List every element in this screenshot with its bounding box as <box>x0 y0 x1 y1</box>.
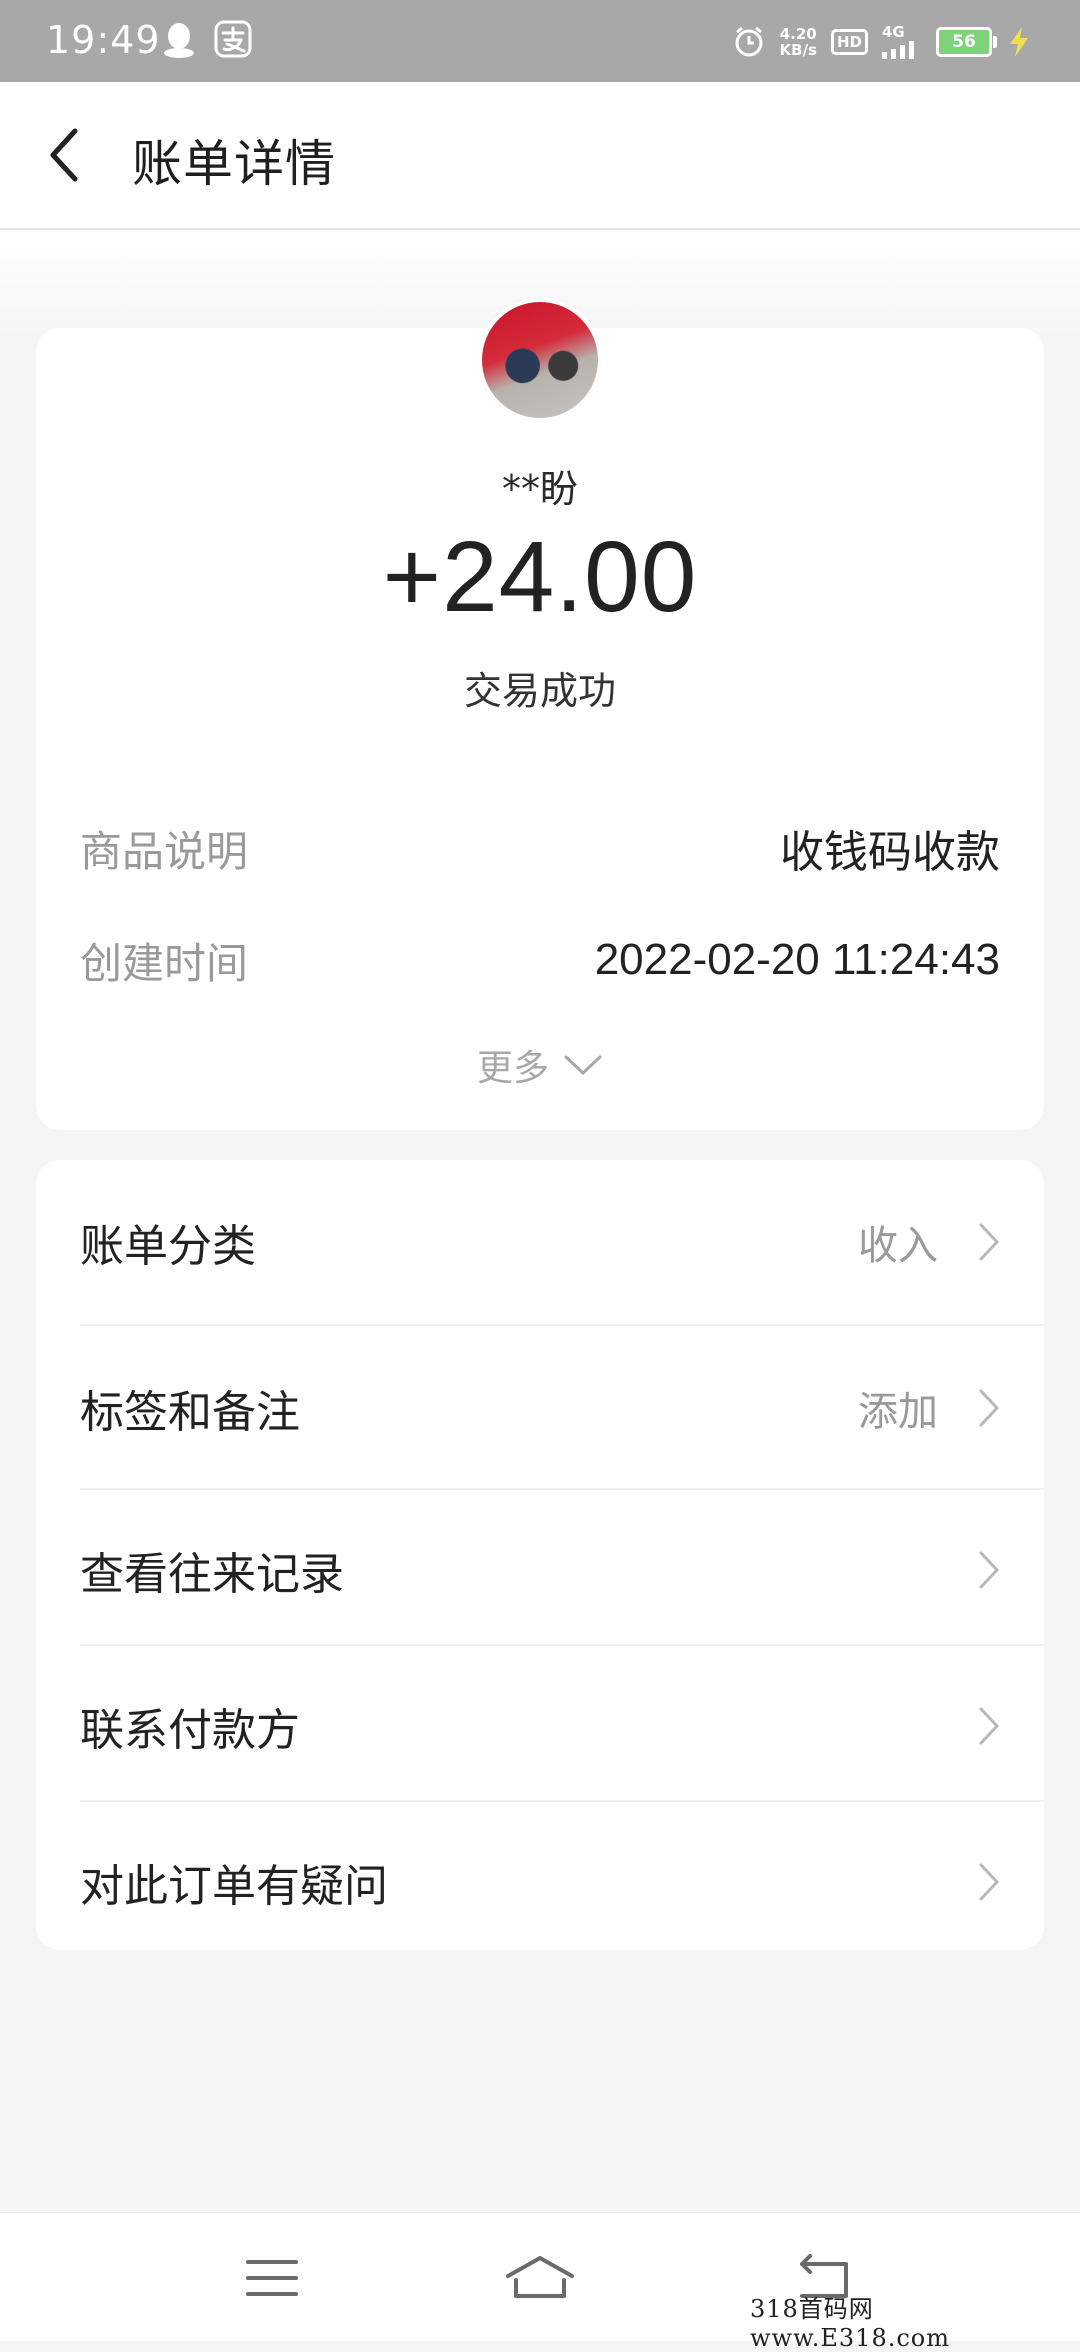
detail-value: 收钱码收款 <box>780 828 1000 877</box>
battery-level: 56 <box>952 32 976 52</box>
row-value: 收入 <box>858 1223 938 1269</box>
header: 账单详情 <box>0 82 1080 230</box>
home-icon <box>506 2256 574 2298</box>
back-button[interactable] <box>30 120 100 190</box>
payer-name: **盼 <box>501 467 578 511</box>
charging-icon <box>1010 27 1028 57</box>
net-speed-value: 4.20 <box>779 25 817 43</box>
divider <box>80 1644 1044 1646</box>
nav-menu-button[interactable] <box>222 2233 322 2323</box>
more-button[interactable]: 更多 <box>0 1040 1080 1090</box>
battery: 56 <box>936 27 997 57</box>
transaction-amount: +24.00 <box>382 521 698 633</box>
chevron-right-icon <box>979 1223 999 1261</box>
detail-label: 创建时间 <box>80 938 249 988</box>
list-item-order-question[interactable]: 对此订单有疑问 <box>36 1804 1044 1960</box>
chevron-right-icon <box>979 1389 999 1427</box>
more-label: 更多 <box>476 1048 549 1089</box>
signal-type: 4G <box>882 23 905 41</box>
detail-row-goods: 商品说明 收钱码收款 <box>80 818 1000 878</box>
list-item-contact-payer[interactable]: 联系付款方 <box>36 1648 1044 1804</box>
detail-value: 2022-02-20 11:24:43 <box>594 935 1000 984</box>
divider <box>80 1324 1044 1326</box>
alipay-icon <box>214 20 252 58</box>
notification-icons <box>162 20 252 60</box>
net-speed-unit: KB/s <box>779 41 817 59</box>
alarm-icon <box>735 26 763 57</box>
status-bar: 19:49 4.20 KB/s HD 4G 56 <box>0 0 1080 82</box>
avatar-image <box>482 302 598 418</box>
net-speed: 4.20 KB/s <box>780 26 817 58</box>
back-arrow-icon <box>50 128 78 182</box>
list-item-tags-notes[interactable]: 标签和备注 添加 <box>36 1330 1044 1486</box>
transaction-card <box>36 328 1044 1130</box>
row-label: 账单分类 <box>80 1221 256 1272</box>
detail-row-created-time: 创建时间 2022-02-20 11:24:43 <box>80 930 1000 990</box>
row-value: 添加 <box>858 1389 938 1435</box>
list-item-bill-category[interactable]: 账单分类 收入 <box>36 1164 1044 1320</box>
divider <box>80 1800 1044 1802</box>
row-label: 联系付款方 <box>80 1705 300 1756</box>
watermark: 318首码网 www.E318.com <box>750 2295 1080 2352</box>
row-label: 标签和备注 <box>80 1387 300 1438</box>
list-item-view-records[interactable]: 查看往来记录 <box>36 1492 1044 1648</box>
status-right: 4.20 KB/s HD 4G 56 <box>732 18 1032 66</box>
detail-label: 商品说明 <box>80 826 249 876</box>
row-label: 查看往来记录 <box>80 1549 344 1600</box>
transaction-status: 交易成功 <box>463 669 616 713</box>
hd-badge: HD <box>830 29 868 55</box>
signal: 4G <box>882 25 922 59</box>
chevron-right-icon <box>979 1707 999 1745</box>
menu-icon <box>246 2260 298 2296</box>
signal-bars-icon <box>882 41 914 59</box>
chevron-right-icon <box>979 1863 999 1901</box>
page-title: 账单详情 <box>132 135 336 193</box>
qq-icon <box>164 23 194 58</box>
row-label: 对此订单有疑问 <box>80 1861 388 1912</box>
chevron-down-icon <box>564 1055 602 1075</box>
payer-avatar[interactable] <box>478 298 602 422</box>
divider <box>80 1488 1044 1490</box>
nav-home-button[interactable] <box>490 2233 590 2323</box>
status-time: 19:49 <box>46 18 161 62</box>
chevron-right-icon <box>979 1551 999 1589</box>
